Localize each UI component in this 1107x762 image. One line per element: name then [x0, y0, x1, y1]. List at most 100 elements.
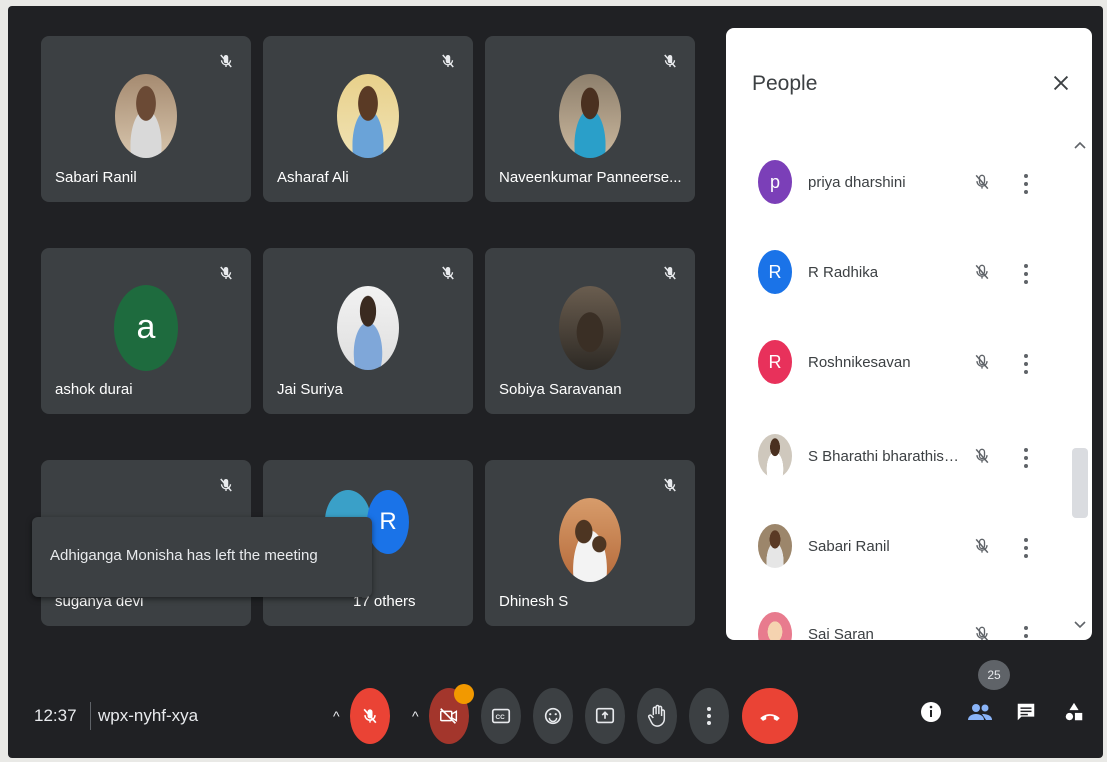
participant-avatar: p [758, 160, 792, 204]
participant-name: Roshnikesavan [808, 354, 911, 371]
scroll-thumb[interactable] [1072, 448, 1088, 518]
participant-avatar [758, 612, 792, 640]
participant-name: S Bharathi bharathisel... [808, 448, 960, 465]
participant-name: Sobiya Saravanan [499, 381, 622, 398]
participant-list-item[interactable]: S Bharathi bharathisel... [726, 412, 1066, 502]
audio-options-chevron-icon[interactable]: ^ [333, 708, 347, 724]
participant-list-item[interactable]: p priya dharshini [726, 138, 1066, 228]
mic-off-icon [975, 538, 989, 554]
activities-button[interactable] [1060, 694, 1088, 730]
participant-name: priya dharshini [808, 174, 906, 191]
more-options-icon[interactable] [1022, 446, 1030, 470]
participant-initial-avatar: R [367, 490, 409, 554]
microphone-button[interactable] [350, 688, 390, 744]
more-options-icon[interactable] [1022, 624, 1030, 640]
participant-tile[interactable]: Sobiya Saravanan [485, 248, 695, 414]
chat-button[interactable] [1012, 694, 1040, 730]
meeting-details-button[interactable] [917, 694, 945, 730]
participant-tile[interactable]: Sabari Ranil [41, 36, 251, 202]
mic-off-icon [975, 174, 989, 190]
scroll-up-icon[interactable] [1072, 138, 1088, 154]
people-icon [968, 704, 992, 720]
participant-count-badge: 25 [978, 660, 1010, 690]
mic-off-icon [975, 626, 989, 640]
svg-text:CC: CC [496, 714, 506, 721]
participant-name: ashok durai [55, 381, 133, 398]
participant-tile[interactable]: Jai Suriya [263, 248, 473, 414]
captions-button[interactable]: CC [481, 688, 521, 744]
participant-name: Sabari Ranil [808, 538, 890, 555]
mic-off-icon [664, 54, 676, 68]
present-icon [595, 707, 615, 724]
end-call-button[interactable] [742, 688, 798, 744]
meeting-time: 12:37 [34, 706, 77, 725]
activities-icon [1065, 702, 1083, 721]
more-options-icon[interactable] [1022, 352, 1030, 376]
participant-photo [559, 73, 621, 158]
mic-off-icon [220, 478, 232, 492]
participant-avatar: R [758, 250, 792, 294]
participant-initial-avatar: a [114, 284, 178, 371]
reactions-button[interactable] [533, 688, 573, 744]
participant-name: Naveenkumar Panneerse... [499, 169, 682, 186]
raise-hand-icon [648, 704, 666, 727]
participant-name: R Radhika [808, 264, 879, 281]
people-button[interactable] [966, 694, 994, 730]
panel-title: People [752, 72, 818, 95]
more-options-icon[interactable] [1022, 262, 1030, 286]
mic-off-icon [975, 354, 989, 370]
participant-avatar [758, 524, 792, 568]
participant-name: Sai Saran [808, 626, 874, 640]
mic-off-icon [664, 266, 676, 280]
participant-tile[interactable]: Naveenkumar Panneerse... [485, 36, 695, 202]
participant-avatar: R [758, 340, 792, 384]
close-icon[interactable] [1050, 72, 1072, 94]
raise-hand-button[interactable] [637, 688, 677, 744]
participant-tile[interactable]: Asharaf Ali [263, 36, 473, 202]
mic-off-icon [220, 266, 232, 280]
participant-photo [337, 73, 399, 158]
control-bar: 12:37 wpx-nyhf-xya ^ ^ CC 25 [8, 658, 1103, 758]
chat-icon [1017, 703, 1035, 721]
camera-off-icon [440, 708, 458, 724]
participant-name: Asharaf Ali [277, 169, 349, 186]
more-options-icon[interactable] [1022, 536, 1030, 560]
meeting-code: wpx-nyhf-xya [98, 706, 199, 725]
more-options-button[interactable] [689, 688, 729, 744]
participant-avatar [758, 434, 792, 478]
mic-off-icon [442, 266, 454, 280]
participant-photo [115, 73, 177, 158]
people-panel: People p priya dharshini R R Radhika R R… [726, 28, 1092, 640]
captions-icon: CC [491, 708, 511, 724]
present-button[interactable] [585, 688, 625, 744]
participant-photo [559, 497, 621, 582]
camera-warning-badge [454, 684, 474, 704]
more-options-icon [707, 707, 711, 725]
divider [90, 702, 91, 730]
scrollbar[interactable] [1072, 138, 1088, 632]
participant-list-item[interactable]: R Roshnikesavan [726, 318, 1066, 408]
participant-list-item[interactable]: Sai Saran [726, 590, 1066, 640]
mic-off-icon [220, 54, 232, 68]
participant-name: Jai Suriya [277, 381, 343, 398]
mic-off-icon [363, 708, 377, 724]
participant-list-item[interactable]: R R Radhika [726, 228, 1066, 318]
participant-photo [559, 285, 621, 370]
mic-off-icon [664, 478, 676, 492]
end-call-icon [760, 714, 780, 721]
scroll-down-icon[interactable] [1072, 616, 1088, 632]
mic-off-icon [975, 448, 989, 464]
participant-tile[interactable]: a ashok durai [41, 248, 251, 414]
participant-tile[interactable]: Dhinesh S [485, 460, 695, 626]
more-options-icon[interactable] [1022, 172, 1030, 196]
participant-photo [337, 285, 399, 370]
participant-list-item[interactable]: Sabari Ranil [726, 502, 1066, 592]
video-options-chevron-icon[interactable]: ^ [412, 708, 426, 724]
emoji-icon [544, 707, 562, 725]
mic-off-icon [975, 264, 989, 280]
participant-name: Sabari Ranil [55, 169, 137, 186]
mic-off-icon [442, 54, 454, 68]
info-icon [921, 702, 941, 722]
notification-toast: Adhiganga Monisha has left the meeting [32, 517, 372, 597]
toast-message: Adhiganga Monisha has left the meeting [50, 547, 318, 564]
